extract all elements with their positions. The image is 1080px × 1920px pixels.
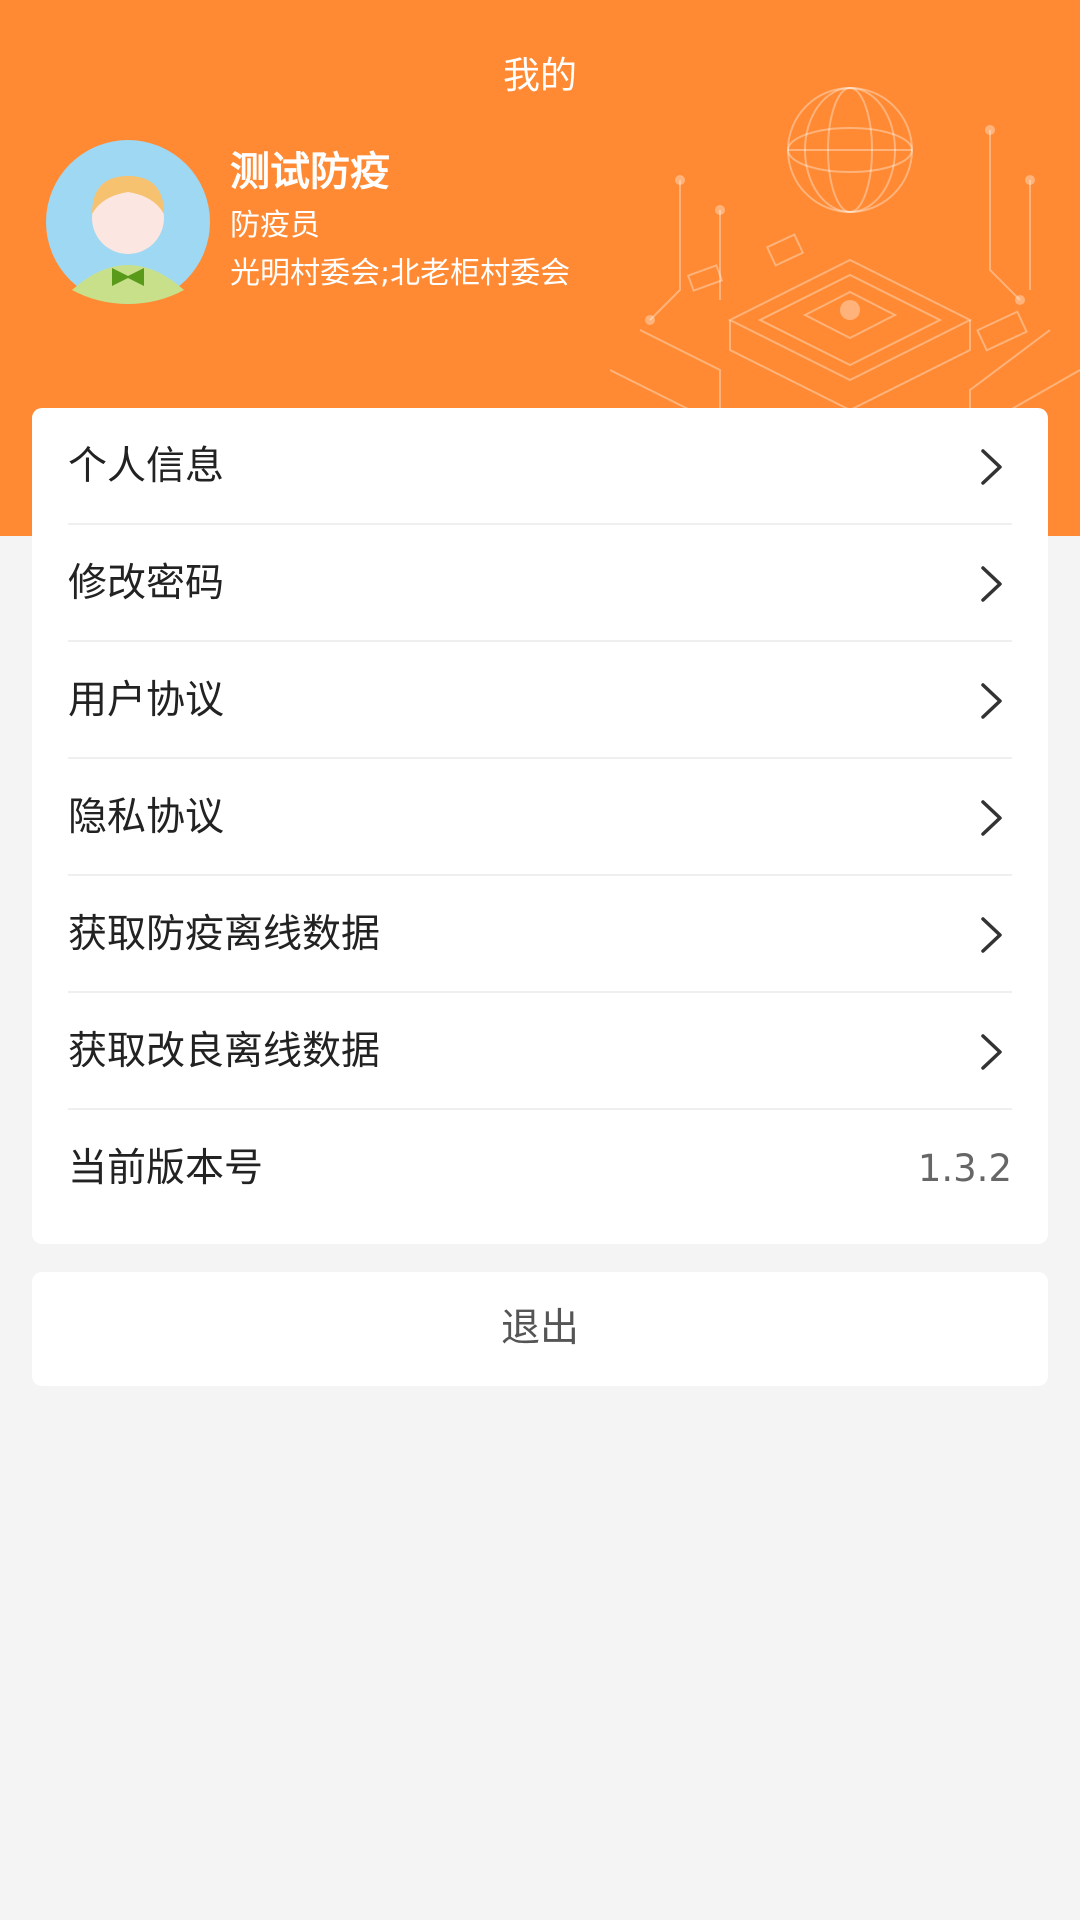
chevron-right-icon <box>981 917 1002 953</box>
version-value: 1.3.2 <box>917 1147 1012 1190</box>
page-title: 我的 <box>503 54 577 97</box>
menu-item-label: 获取防疫离线数据 <box>68 912 381 957</box>
user-role: 防疫员 <box>230 208 320 243</box>
menu-item-label: 隐私协议 <box>68 795 225 840</box>
chevron-right-icon <box>981 683 1002 719</box>
avatar[interactable] <box>46 140 210 304</box>
chevron-right-icon <box>981 449 1002 485</box>
menu-item-label: 用户协议 <box>68 678 225 723</box>
settings-menu: 个人信息 修改密码 用户协议 隐私协议 获取防疫离线数据 获取改良离线数据 当前… <box>32 408 1048 1244</box>
logout-button[interactable]: 退出 <box>32 1272 1048 1386</box>
menu-item-personal-info[interactable]: 个人信息 <box>68 408 1012 525</box>
menu-item-privacy-agreement[interactable]: 隐私协议 <box>68 759 1012 876</box>
menu-item-label: 获取改良离线数据 <box>68 1029 381 1074</box>
user-name: 测试防疫 <box>230 149 390 195</box>
user-organization: 光明村委会;北老柜村委会 <box>230 256 571 291</box>
version-label: 当前版本号 <box>68 1146 264 1191</box>
menu-item-user-agreement[interactable]: 用户协议 <box>68 642 1012 759</box>
chevron-right-icon <box>981 1034 1002 1070</box>
chevron-right-icon <box>981 566 1002 602</box>
menu-item-label: 修改密码 <box>68 561 225 606</box>
menu-item-label: 个人信息 <box>68 444 225 489</box>
menu-item-improvement-offline-data[interactable]: 获取改良离线数据 <box>68 993 1012 1110</box>
menu-item-version: 当前版本号 1.3.2 <box>68 1110 1012 1227</box>
menu-item-change-password[interactable]: 修改密码 <box>68 525 1012 642</box>
chevron-right-icon <box>981 800 1002 836</box>
menu-item-epidemic-offline-data[interactable]: 获取防疫离线数据 <box>68 876 1012 993</box>
